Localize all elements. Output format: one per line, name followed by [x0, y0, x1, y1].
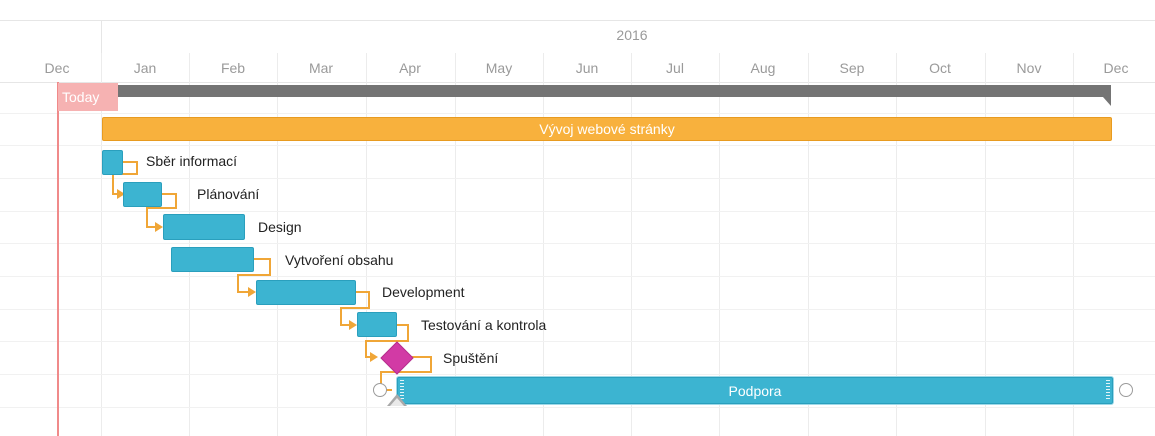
task-label-development: Development [382, 284, 465, 300]
task-label-podpora: Podpora [728, 383, 782, 399]
task-bar-development[interactable] [256, 280, 356, 305]
resize-grip-right[interactable] [1106, 380, 1110, 401]
task-bar-planovani[interactable] [123, 182, 162, 207]
task-bar-testovani-a-kontrola[interactable] [357, 312, 397, 337]
task-label-design: Design [258, 219, 302, 235]
task-label-testovani-a-kontrola: Testování a kontrola [421, 317, 547, 333]
task-bar-design[interactable] [163, 214, 245, 240]
task-bar-sber-informaci[interactable] [102, 150, 123, 175]
task-label-vytvoreni-obsahu: Vytvoření obsahu [285, 252, 394, 268]
milestone-diamond [380, 341, 414, 375]
task-bar-vytvoreni-obsahu[interactable] [171, 247, 254, 272]
progress-handle-inner [390, 398, 404, 406]
link-handle-end[interactable] [1119, 383, 1133, 397]
task-label-planovani: Plánování [197, 186, 260, 202]
link-handle-start[interactable] [373, 383, 387, 397]
task-label-spusteni: Spuštění [443, 350, 499, 366]
task-label-sber-informaci: Sběr informací [146, 153, 238, 169]
gantt-chart: 2016 Dec Jan Feb Mar Apr May Jun Jul Aug Sep Oct No… [0, 0, 1155, 436]
task-bar-podpora[interactable]: Podpora [397, 377, 1113, 404]
